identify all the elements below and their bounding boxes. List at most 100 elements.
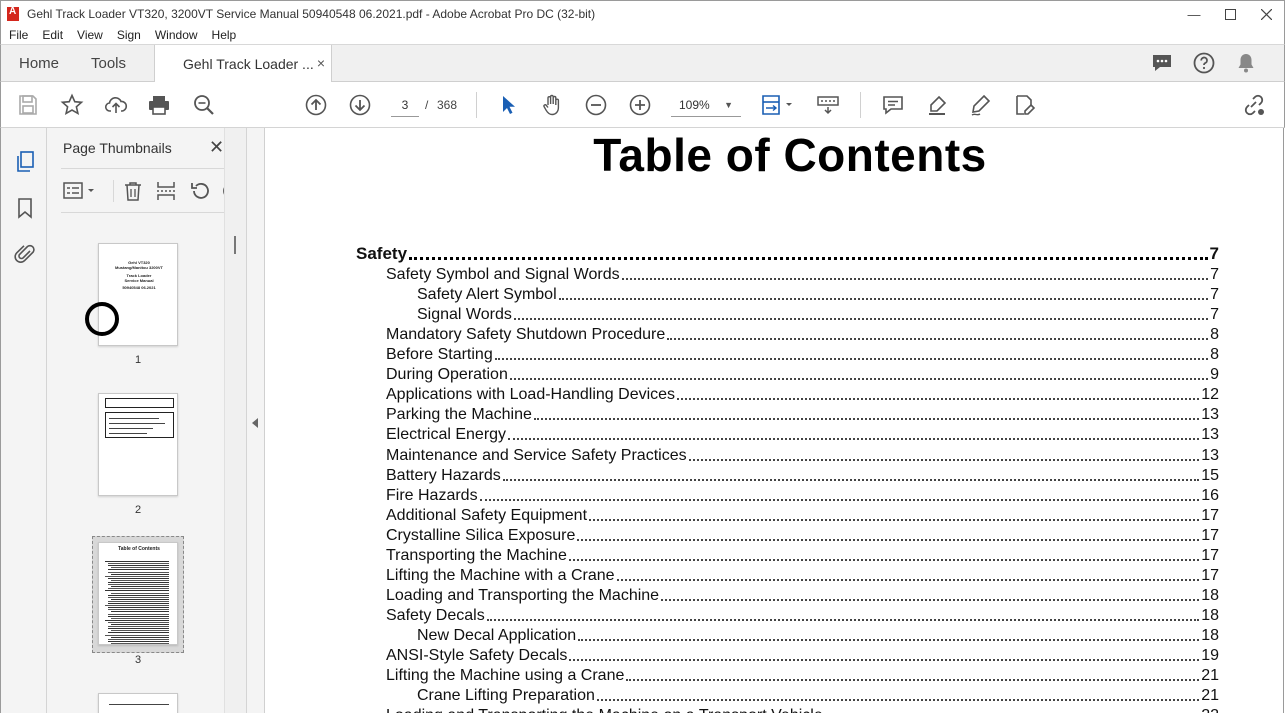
thumb3-text-line [111, 592, 169, 594]
panel-scroll-thumb[interactable] [234, 236, 236, 254]
save-button[interactable] [15, 92, 41, 118]
minimize-button[interactable]: — [1176, 1, 1212, 27]
page-thumbnails-rail-button[interactable] [13, 150, 37, 174]
hand-tool-button[interactable] [539, 92, 565, 118]
toc-entry[interactable]: ANSI-Style Safety Decals 19 [386, 645, 1219, 665]
toc-entry[interactable]: Parking the Machine 13 [386, 404, 1219, 424]
panel-splitter[interactable] [247, 128, 265, 713]
toc-entry[interactable]: Loading and Transporting the Machine on … [386, 705, 1219, 713]
help-icon[interactable] [1192, 51, 1216, 75]
toc-entry[interactable]: Mandatory Safety Shutdown Procedure 8 [386, 324, 1219, 344]
menu-view[interactable]: View [69, 28, 109, 42]
toc-leader-dots [479, 498, 1200, 501]
draw-button[interactable] [968, 92, 994, 118]
menu-window[interactable]: Window [147, 28, 204, 42]
menu-edit[interactable]: Edit [34, 28, 69, 42]
scroll-mode-button[interactable] [815, 92, 841, 118]
toc-leader-dots [621, 278, 1209, 281]
next-page-button[interactable] [347, 92, 373, 118]
zoom-out-button[interactable] [583, 92, 609, 118]
tab-document-label: Gehl Track Loader ... [183, 56, 314, 72]
menu-sign[interactable]: Sign [109, 28, 147, 42]
collapse-panel-icon[interactable] [252, 418, 258, 428]
main-toolbar: 3 / 368 109% ▼ [0, 82, 1285, 128]
window-controls: — [1176, 1, 1284, 27]
toc-leader-dots [596, 699, 1200, 702]
toc-leader-dots [589, 518, 1200, 521]
toc-entry[interactable]: New Decal Application 18 [417, 625, 1219, 645]
bookmark-star-button[interactable] [59, 92, 85, 118]
thumbnail-label: 3 [134, 654, 142, 666]
toc-entry[interactable]: Safety Decals 18 [386, 605, 1219, 625]
add-comment-button[interactable] [880, 92, 906, 118]
toc-entry[interactable]: Crystalline Silica Exposure 17 [386, 525, 1219, 545]
tab-tools[interactable]: Tools [91, 45, 126, 82]
notification-bell-icon[interactable] [1234, 51, 1258, 75]
toc-entry[interactable]: Signal Words 7 [417, 304, 1219, 324]
bookmarks-rail-button[interactable] [13, 196, 37, 220]
panel-scrollbar[interactable] [224, 128, 246, 713]
maximize-button[interactable] [1212, 1, 1248, 27]
toc-entry[interactable]: Battery Hazards 15 [386, 465, 1219, 485]
upload-button[interactable] [103, 92, 129, 118]
thumbnail-page-2[interactable] [98, 393, 178, 496]
toc-leader-dots [508, 438, 1200, 441]
comment-bubble-icon[interactable] [1150, 51, 1174, 75]
tab-home[interactable]: Home [19, 45, 59, 82]
toc-leader-dots [533, 418, 1200, 421]
page-fit-button[interactable] [759, 92, 795, 118]
toc-entry[interactable]: Fire Hazards 16 [386, 485, 1219, 505]
toc-entry[interactable]: During Operation 9 [386, 364, 1219, 384]
delete-pages-button[interactable] [122, 180, 144, 202]
document-title: Table of Contents [593, 129, 987, 181]
thumb3-text-line [108, 563, 169, 565]
share-link-button[interactable] [1241, 92, 1267, 118]
toc-entry[interactable]: Additional Safety Equipment 17 [386, 505, 1219, 525]
menu-help[interactable]: Help [204, 28, 243, 42]
page-number-input[interactable]: 3 [391, 93, 419, 117]
toc-leader-dots [494, 358, 1209, 361]
rotate-counterclockwise-button[interactable] [189, 180, 211, 202]
attachments-rail-button[interactable] [13, 242, 37, 266]
tab-close-icon[interactable]: × [317, 55, 325, 71]
toc-entry[interactable]: Crane Lifting Preparation 21 [417, 685, 1219, 705]
thumbnail-options-button[interactable] [63, 180, 97, 202]
toc-entry[interactable]: Lifting the Machine using a Crane 21 [386, 665, 1219, 685]
tab-document[interactable]: Gehl Track Loader ... × [154, 45, 332, 83]
toc-entry[interactable]: Loading and Transporting the Machine 18 [386, 585, 1219, 605]
panel-close-icon[interactable]: ✕ [209, 137, 224, 158]
toc-entry[interactable]: Safety Symbol and Signal Words 7 [386, 264, 1219, 284]
zoom-in-button[interactable] [627, 92, 653, 118]
toc-entry[interactable]: Safety Alert Symbol 7 [417, 284, 1219, 304]
toc-entry-page: 21 [1201, 667, 1219, 685]
toc-entry[interactable]: Safety 7 [356, 244, 1219, 264]
toc-entry[interactable]: Before Starting 8 [386, 344, 1219, 364]
insert-page-button[interactable] [155, 180, 177, 202]
toc-entry[interactable]: Electrical Energy 13 [386, 424, 1219, 444]
list-options-icon [63, 182, 94, 199]
toc-leader-dots [661, 598, 1200, 601]
select-tool-button[interactable] [495, 92, 521, 118]
highlight-button[interactable] [924, 92, 950, 118]
thumbnail-page-4[interactable] [98, 693, 178, 713]
toc-entry-page: 17 [1201, 566, 1219, 584]
toc-entry[interactable]: Maintenance and Service Safety Practices… [386, 445, 1219, 465]
toc-entry[interactable]: Lifting the Machine with a Crane 17 [386, 565, 1219, 585]
toc-entry[interactable]: Transporting the Machine 17 [386, 545, 1219, 565]
toc-entry-page: 7 [1209, 244, 1219, 263]
toc-entry[interactable]: Applications with Load-Handling Devices 1… [386, 384, 1219, 404]
close-window-button[interactable] [1248, 1, 1284, 27]
thumb3-text-line [111, 642, 169, 644]
find-button[interactable] [191, 92, 217, 118]
left-navigation-rail [0, 128, 47, 713]
document-view[interactable]: Table of Contents Safety 7 Safety Symbol a… [265, 128, 1284, 713]
previous-page-button[interactable] [303, 92, 329, 118]
toc-entry-title: Safety Symbol and Signal Words [386, 266, 620, 284]
zoom-level-select[interactable]: 109% ▼ [671, 93, 741, 117]
fill-sign-button[interactable] [1011, 92, 1037, 118]
menu-file[interactable]: File [1, 28, 34, 42]
thumbnail-page-3[interactable]: Table of Contents [98, 542, 178, 645]
thumb3-text-line [108, 615, 169, 617]
thumbnail-page-1[interactable]: Gehl VT320 Mustang/Manitou 3200VT Track … [85, 243, 178, 346]
print-button[interactable] [146, 92, 172, 118]
